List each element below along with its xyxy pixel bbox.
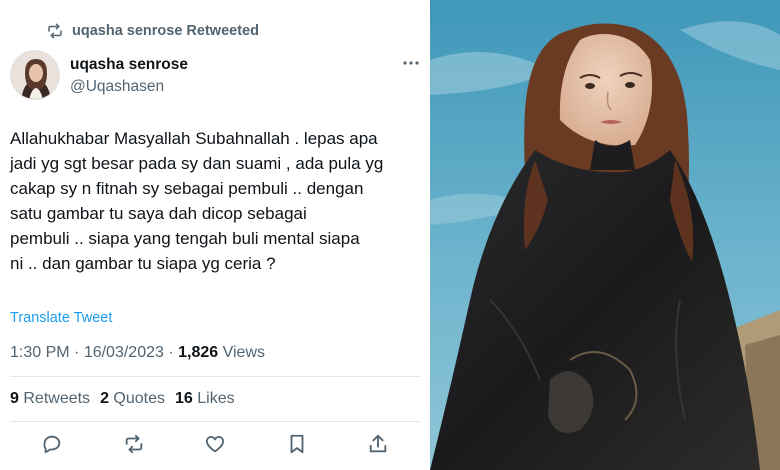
- view-count: 1,826: [178, 344, 219, 361]
- retweets-stat[interactable]: 9 Retweets: [10, 390, 90, 408]
- retweet-banner-text: uqasha senrose Retweeted: [72, 23, 259, 39]
- share-button[interactable]: [366, 432, 390, 456]
- avatar-picture: [11, 51, 59, 99]
- likes-label: Likes: [197, 390, 235, 407]
- handle[interactable]: @Uqashasen: [70, 78, 164, 96]
- meta-separator: ·: [163, 344, 179, 361]
- tweet-text: Allahukhabar Masyallah Subahnallah . lep…: [10, 129, 384, 273]
- quotes-label: Quotes: [113, 390, 166, 407]
- quotes-stat[interactable]: 2 Quotes: [100, 390, 165, 408]
- tweet-time[interactable]: 1:30 PM: [10, 344, 70, 362]
- reply-button[interactable]: [40, 432, 64, 456]
- retweet-icon: [48, 23, 62, 39]
- avatar[interactable]: [10, 50, 60, 100]
- quotes-count: 2: [100, 390, 109, 407]
- display-name[interactable]: uqasha senrose: [70, 56, 188, 74]
- retweet-icon: [125, 434, 142, 454]
- retweets-count: 9: [10, 390, 19, 407]
- more-options-icon[interactable]: [402, 56, 420, 70]
- retweet-banner[interactable]: uqasha senrose Retweeted: [46, 22, 259, 40]
- author-row: uqasha senrose @Uqashasen: [10, 50, 422, 102]
- bookmark-button[interactable]: [285, 432, 309, 456]
- tweet-date[interactable]: 16/03/2023: [84, 344, 164, 362]
- tweet-actions: [40, 432, 390, 456]
- reply-icon: [43, 435, 61, 454]
- share-icon: [369, 434, 387, 453]
- divider: [10, 376, 420, 377]
- like-button[interactable]: [203, 432, 227, 456]
- meta-separator: ·: [69, 344, 84, 361]
- tweet-meta: 1:30 PM · 16/03/2023 · 1,826 Views: [10, 344, 265, 362]
- woman-in-black-photo: [430, 0, 780, 470]
- tweet-card: uqasha senrose Retweeted uqasha senrose …: [0, 0, 430, 470]
- bookmark-icon: [290, 434, 303, 454]
- likes-count: 16: [175, 390, 193, 407]
- retweets-label: Retweets: [23, 390, 91, 407]
- likes-stat[interactable]: 16 Likes: [175, 390, 235, 408]
- retweet-button[interactable]: [122, 432, 146, 456]
- like-icon: [205, 436, 225, 453]
- divider: [10, 421, 420, 422]
- views-label: Views: [222, 344, 265, 361]
- engagement-stats: 9 Retweets 2 Quotes 16 Likes: [10, 390, 235, 408]
- translate-tweet-link[interactable]: Translate Tweet: [10, 310, 112, 326]
- attached-photo[interactable]: [430, 0, 780, 470]
